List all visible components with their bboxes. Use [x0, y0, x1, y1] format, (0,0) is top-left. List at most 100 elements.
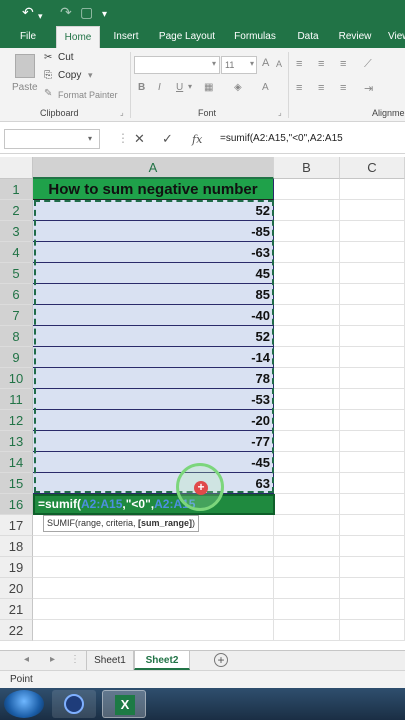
sheet-tab-sheet1[interactable]: Sheet1 [86, 651, 134, 670]
cell-b17[interactable] [274, 515, 340, 536]
cell-c10[interactable] [340, 368, 405, 389]
row-header-21[interactable]: 21 [0, 599, 33, 620]
cell-c6[interactable] [340, 284, 405, 305]
cell-c12[interactable] [340, 410, 405, 431]
tab-review[interactable]: Review [336, 26, 374, 48]
row-header-10[interactable]: 10 [0, 368, 33, 389]
row-header-20[interactable]: 20 [0, 578, 33, 599]
cell-a4[interactable]: -63 [33, 242, 274, 263]
cell-c11[interactable] [340, 389, 405, 410]
align-right-icon[interactable]: ≡ [340, 82, 346, 94]
windows-start-icon[interactable] [4, 690, 44, 718]
row-header-22[interactable]: 22 [0, 620, 33, 641]
align-bottom-icon[interactable]: ≡ [340, 58, 346, 70]
column-header-b[interactable]: B [274, 157, 340, 179]
underline-dropdown-icon[interactable]: ▾ [188, 82, 192, 91]
add-sheet-icon[interactable]: + [214, 653, 228, 667]
tab-page-layout[interactable]: Page Layout [154, 26, 220, 48]
cell-b9[interactable] [274, 347, 340, 368]
row-header-4[interactable]: 4 [0, 242, 33, 263]
cell-a8[interactable]: 52 [33, 326, 274, 347]
font-name-box[interactable] [134, 56, 220, 74]
cell-a20[interactable] [33, 578, 274, 599]
row-header-1[interactable]: 1 [0, 179, 33, 200]
font-size-dropdown-icon[interactable]: ▾ [250, 59, 254, 68]
copy-dropdown-icon[interactable]: ▾ [88, 70, 93, 81]
cell-a3[interactable]: -85 [33, 221, 274, 242]
insert-function-button[interactable]: fx [192, 133, 202, 146]
row-header-9[interactable]: 9 [0, 347, 33, 368]
row-header-13[interactable]: 13 [0, 431, 33, 452]
align-left-icon[interactable]: ≡ [296, 82, 302, 94]
cell-b5[interactable] [274, 263, 340, 284]
cell-c17[interactable] [340, 515, 405, 536]
cell-a10[interactable]: 78 [33, 368, 274, 389]
cell-a18[interactable] [33, 536, 274, 557]
cell-a6[interactable]: 85 [33, 284, 274, 305]
cell-c13[interactable] [340, 431, 405, 452]
cell-a12[interactable]: -20 [33, 410, 274, 431]
borders-icon[interactable]: ▦ [204, 82, 213, 93]
cell-b6[interactable] [274, 284, 340, 305]
indent-icon[interactable]: ⇥ [364, 82, 373, 95]
column-header-a[interactable]: A [33, 157, 274, 179]
prev-sheet-icon[interactable]: ◂ [24, 654, 29, 665]
cell-c7[interactable] [340, 305, 405, 326]
cell-c21[interactable] [340, 599, 405, 620]
cell-b20[interactable] [274, 578, 340, 599]
cell-b22[interactable] [274, 620, 340, 641]
worksheet-grid[interactable]: A B C 1 How to sum negative number 2 52 3 -85… [0, 157, 405, 650]
cell-c18[interactable] [340, 536, 405, 557]
cut-button[interactable]: Cut [58, 52, 74, 63]
taskbar-app-button[interactable] [52, 690, 96, 718]
font-launcher-icon[interactable]: ⌟ [278, 108, 282, 117]
row-header-17[interactable]: 17 [0, 515, 33, 536]
cell-a13[interactable]: -77 [33, 431, 274, 452]
italic-button[interactable]: I [158, 82, 161, 93]
cell-b13[interactable] [274, 431, 340, 452]
row-header-16[interactable]: 16 [0, 494, 33, 515]
taskbar-excel-button[interactable]: X [102, 690, 146, 718]
decrease-font-icon[interactable]: A [276, 59, 282, 69]
cell-b2[interactable] [274, 200, 340, 221]
bold-button[interactable]: B [138, 82, 145, 93]
cell-a21[interactable] [33, 599, 274, 620]
cell-b18[interactable] [274, 536, 340, 557]
align-center-icon[interactable]: ≡ [318, 82, 324, 94]
customize-quick-access-icon[interactable]: ▾ [102, 6, 107, 24]
cell-b11[interactable] [274, 389, 340, 410]
cell-b1[interactable] [274, 179, 340, 200]
sheet-tab-sheet2[interactable]: Sheet2 [134, 651, 190, 670]
tab-insert[interactable]: Insert [108, 26, 144, 48]
row-header-15[interactable]: 15 [0, 473, 33, 494]
row-header-2[interactable]: 2 [0, 200, 33, 221]
cell-a19[interactable] [33, 557, 274, 578]
name-box[interactable] [4, 129, 100, 149]
cell-c4[interactable] [340, 242, 405, 263]
cell-c16[interactable] [340, 494, 405, 515]
cell-a9[interactable]: -14 [33, 347, 274, 368]
font-color-icon[interactable]: A [262, 82, 269, 93]
cell-a14[interactable]: -45 [33, 452, 274, 473]
cell-a7[interactable]: -40 [33, 305, 274, 326]
enter-icon[interactable]: ✓ [162, 131, 173, 147]
row-header-18[interactable]: 18 [0, 536, 33, 557]
cell-b19[interactable] [274, 557, 340, 578]
cell-c9[interactable] [340, 347, 405, 368]
increase-font-icon[interactable]: A [262, 57, 269, 69]
paste-button[interactable]: Paste [10, 52, 40, 98]
format-painter-button[interactable]: Format Painter [58, 90, 118, 100]
undo-icon[interactable]: ↶ [22, 3, 34, 21]
row-header-3[interactable]: 3 [0, 221, 33, 242]
active-cell-a16[interactable]: =sumif(A2:A15,"<0",A2:A15 [33, 494, 275, 515]
cell-b16[interactable] [274, 494, 340, 515]
tab-formulas[interactable]: Formulas [230, 26, 280, 48]
cell-c22[interactable] [340, 620, 405, 641]
fill-color-icon[interactable]: ◈ [234, 82, 242, 93]
row-header-8[interactable]: 8 [0, 326, 33, 347]
cell-c14[interactable] [340, 452, 405, 473]
cell-b7[interactable] [274, 305, 340, 326]
cell-a22[interactable] [33, 620, 274, 641]
column-header-c[interactable]: C [340, 157, 405, 179]
cell-b14[interactable] [274, 452, 340, 473]
